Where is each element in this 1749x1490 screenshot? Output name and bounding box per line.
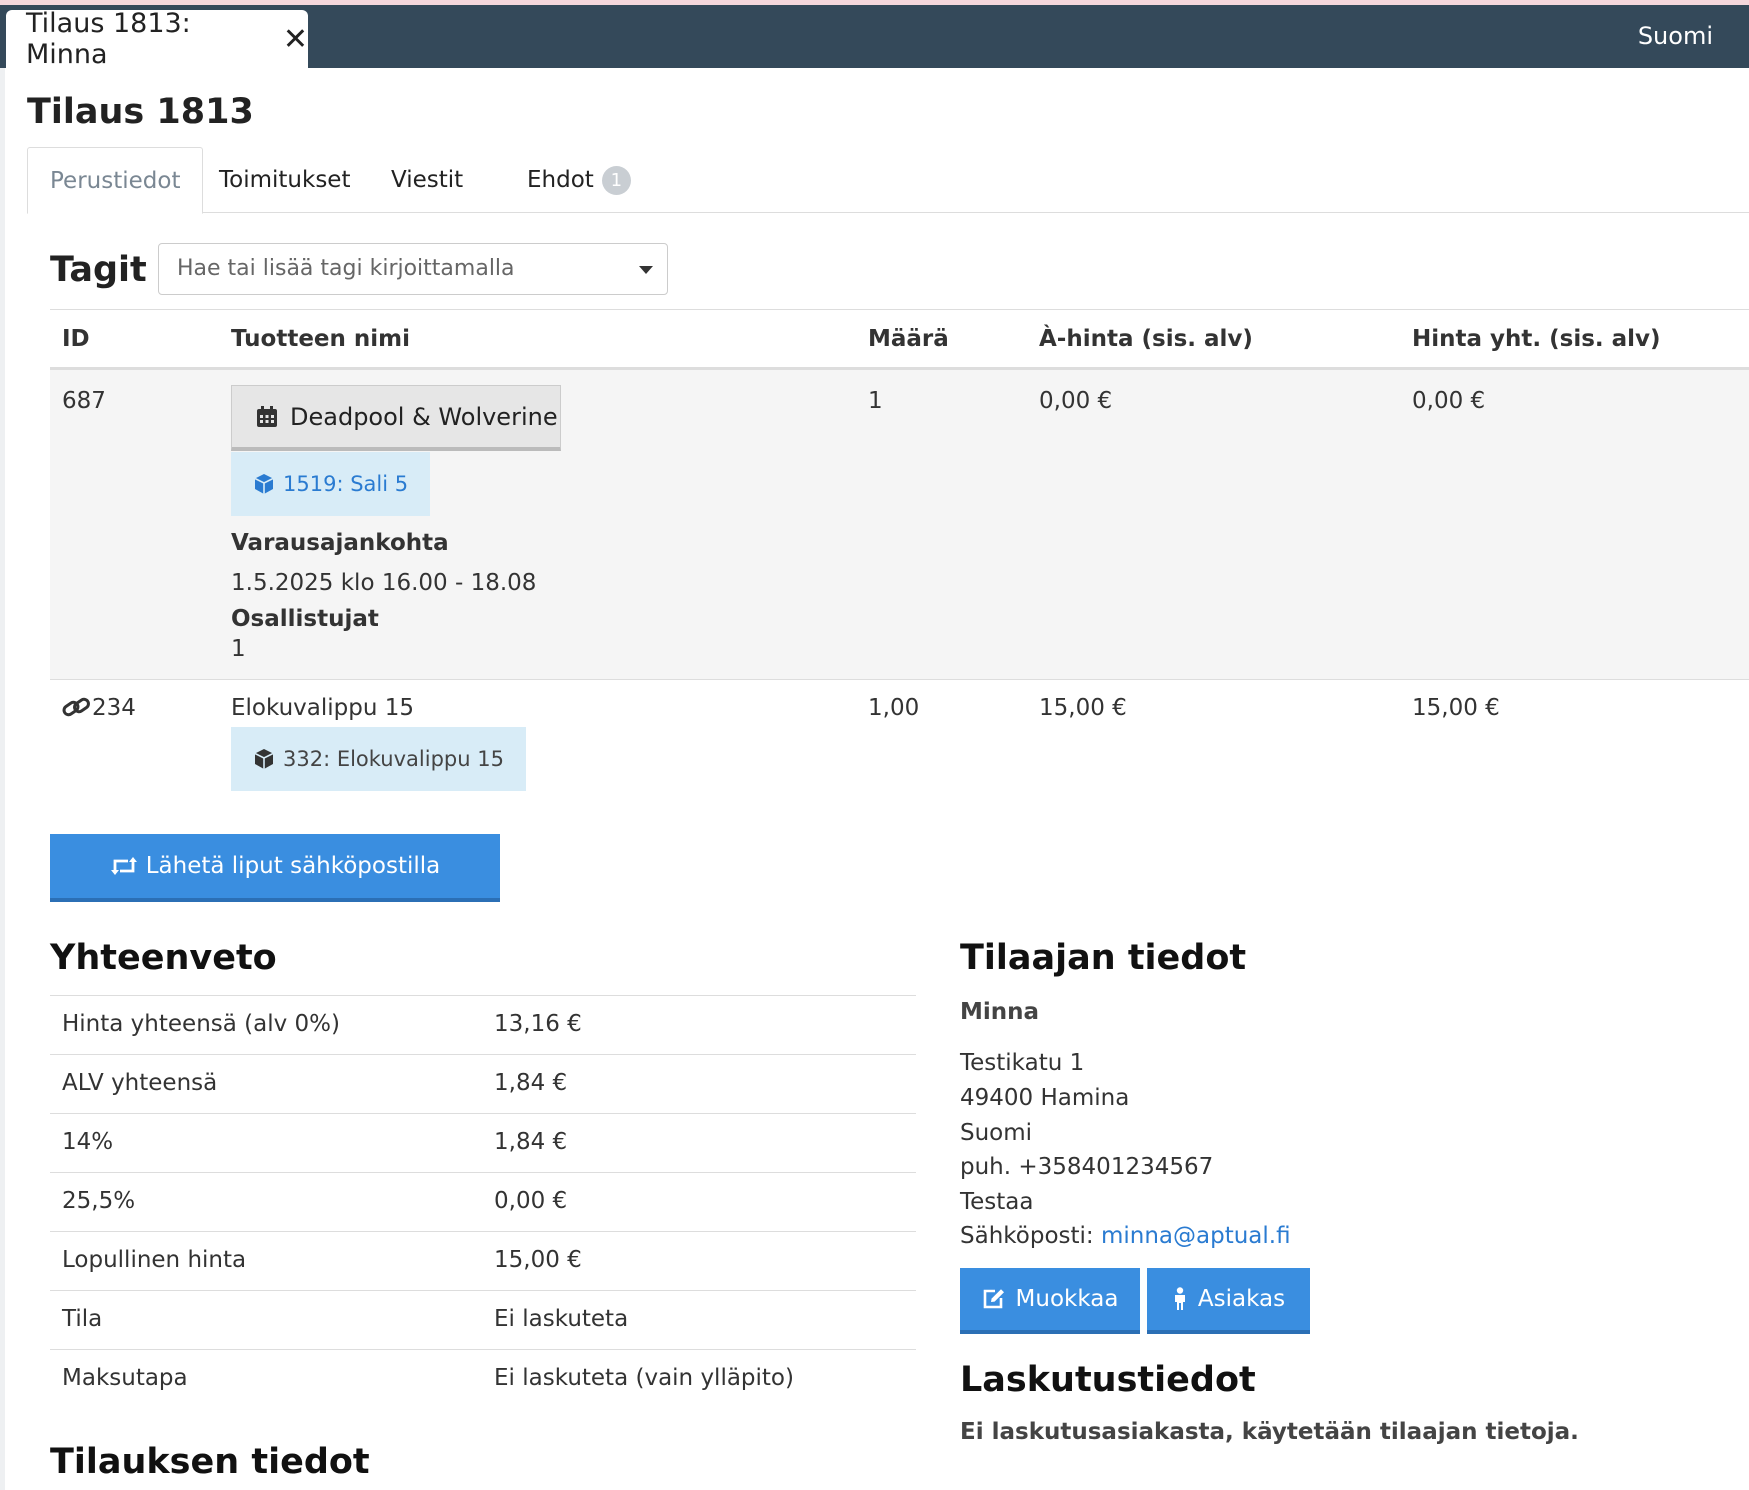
summary-value: 1,84 € [494, 1070, 568, 1096]
tags-label: Tagit [50, 250, 147, 290]
tab-label: Viestit [391, 167, 464, 193]
left-border [0, 68, 5, 1490]
send-tickets-button[interactable]: Lähetä liput sähköpostilla [50, 834, 500, 902]
row-id: 234 [62, 695, 136, 721]
summary-label: 14% [62, 1129, 114, 1155]
window-tab[interactable]: Tilaus 1813: Minna ✕ [6, 8, 308, 70]
summary-table: Hinta yhteensä (alv 0%) 13,16 € ALV yhtee… [50, 995, 916, 1408]
booking-time-label: Varausajankohta [231, 530, 449, 556]
edit-label: Muokkaa [1015, 1286, 1119, 1312]
table-row: 234 Elokuvalippu 15 332: Elokuvalippu 15… [50, 681, 1749, 796]
customer-country: Suomi [960, 1120, 1033, 1146]
row-quantity: 1 [868, 388, 883, 414]
summary-row: 25,5% 0,00 € [50, 1172, 916, 1231]
customer-note: Testaa [960, 1189, 1034, 1215]
billing-title: Laskutustiedot [960, 1360, 1256, 1400]
resource-label: 1519: Sali 5 [283, 472, 409, 496]
summary-value: Ei laskuteta (vain ylläpito) [494, 1365, 794, 1391]
row-id: 687 [62, 388, 106, 414]
customer-street: Testikatu 1 [960, 1050, 1085, 1076]
summary-label: Hinta yhteensä (alv 0%) [62, 1011, 340, 1037]
summary-label: Tila [62, 1306, 103, 1332]
col-product: Tuotteen nimi [231, 326, 411, 352]
row-quantity: 1,00 [868, 695, 920, 721]
summary-row: Maksutapa Ei laskuteta (vain ylläpito) [50, 1349, 916, 1408]
table-row: 687 Deadpool & Wolverine 1519: Sali 5 Va… [50, 370, 1749, 680]
top-bar: Tilaus 1813: Minna ✕ Suomi [0, 0, 1749, 70]
participants-value: 1 [231, 636, 246, 662]
tags-placeholder: Hae tai lisää tagi kirjoittamalla [177, 256, 515, 281]
summary-value: Ei laskuteta [494, 1306, 629, 1332]
product-chip-label: 332: Elokuvalippu 15 [283, 747, 504, 771]
summary-value: 13,16 € [494, 1011, 582, 1037]
summary-row: ALV yhteensä 1,84 € [50, 1054, 916, 1113]
participants-label: Osallistujat [231, 606, 379, 632]
send-tickets-label: Lähetä liput sähköpostilla [145, 853, 441, 879]
email-link[interactable]: minna@aptual.fi [1101, 1223, 1291, 1249]
customer-email-row: Sähköposti: minna@aptual.fi [960, 1223, 1291, 1249]
page-title: Tilaus 1813 [27, 92, 254, 132]
close-icon[interactable]: ✕ [283, 22, 308, 57]
customer-title: Tilaajan tiedot [960, 938, 1247, 978]
customer-city: 49400 Hamina [960, 1085, 1130, 1111]
link-icon[interactable] [62, 696, 92, 720]
summary-label: ALV yhteensä [62, 1070, 218, 1096]
summary-row: Lopullinen hinta 15,00 € [50, 1231, 916, 1290]
summary-value: 0,00 € [494, 1188, 568, 1214]
retweet-icon [110, 857, 137, 875]
row-unit-price: 15,00 € [1039, 695, 1127, 721]
tab-toimitukset[interactable]: Toimitukset [197, 147, 372, 213]
customer-button[interactable]: Asiakas [1147, 1268, 1310, 1334]
row-id-value: 234 [92, 695, 136, 721]
tab-badge: 1 [601, 165, 631, 195]
product-name: Elokuvalippu 15 [231, 695, 415, 721]
booking-time-value: 1.5.2025 klo 16.00 - 18.08 [231, 570, 537, 596]
calendar-icon [257, 405, 277, 427]
col-unit-price: À-hinta (sis. alv) [1039, 326, 1253, 352]
tab-viestit[interactable]: Viestit [369, 147, 485, 213]
resource-chip[interactable]: 1519: Sali 5 [231, 452, 431, 516]
tags-select[interactable]: Hae tai lisää tagi kirjoittamalla [158, 243, 668, 295]
col-total: Hinta yht. (sis. alv) [1412, 326, 1661, 352]
summary-row: 14% 1,84 € [50, 1113, 916, 1172]
window-tab-title: Tilaus 1813: Minna [26, 8, 191, 70]
tab-label: Ehdot [527, 167, 594, 193]
summary-title: Yhteenveto [50, 938, 277, 978]
row-unit-price: 0,00 € [1039, 388, 1113, 414]
tab-perustiedot[interactable]: Perustiedot [27, 147, 204, 214]
summary-label: Maksutapa [62, 1365, 188, 1391]
order-details-title: Tilauksen tiedot [50, 1442, 370, 1482]
cube-icon [254, 749, 274, 769]
email-label: Sähköposti: [960, 1223, 1094, 1249]
table-header: ID Tuotteen nimi Määrä À-hinta (sis. alv… [50, 309, 1749, 370]
edit-icon [983, 1289, 1004, 1309]
summary-value: 15,00 € [494, 1247, 582, 1273]
edit-button[interactable]: Muokkaa [960, 1268, 1140, 1334]
person-icon [1174, 1287, 1185, 1310]
summary-row: Tila Ei laskuteta [50, 1290, 916, 1349]
tab-ehdot[interactable]: Ehdot 1 [505, 147, 653, 213]
tab-label: Toimitukset [219, 167, 351, 193]
tab-bar: Perustiedot Toimitukset Viestit Ehdot 1 [27, 147, 1749, 214]
product-button[interactable]: Deadpool & Wolverine [231, 385, 561, 451]
col-quantity: Määrä [868, 326, 949, 352]
caret-down-icon [639, 266, 653, 274]
row-total: 0,00 € [1412, 388, 1486, 414]
summary-value: 1,84 € [494, 1129, 568, 1155]
product-chip[interactable]: 332: Elokuvalippu 15 [231, 727, 526, 791]
summary-label: Lopullinen hinta [62, 1247, 247, 1273]
customer-name: Minna [960, 999, 1040, 1025]
summary-row: Hinta yhteensä (alv 0%) 13,16 € [50, 995, 916, 1054]
customer-label: Asiakas [1197, 1286, 1286, 1312]
row-total: 15,00 € [1412, 695, 1500, 721]
customer-phone: puh. +358401234567 [960, 1154, 1214, 1180]
billing-text: Ei laskutusasiakasta, käytetään tilaajan… [960, 1419, 1579, 1445]
summary-label: 25,5% [62, 1188, 136, 1214]
language-selector[interactable]: Suomi [1638, 22, 1713, 50]
cube-icon [254, 474, 274, 494]
col-id: ID [62, 326, 90, 352]
product-name: Deadpool & Wolverine [290, 402, 558, 431]
tab-label: Perustiedot [50, 167, 181, 194]
accent-line [0, 0, 1749, 5]
